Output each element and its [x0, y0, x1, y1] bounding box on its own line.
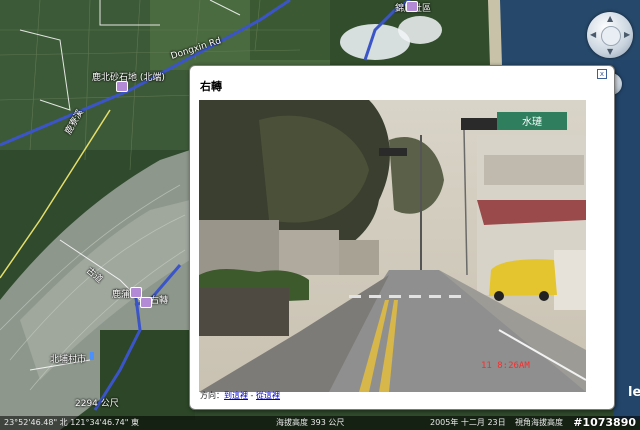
directions-separator: -	[248, 391, 256, 400]
photo-timestamp: 11 8:26AM	[481, 361, 530, 371]
date-readout: 2005年 十二月 23日	[430, 418, 506, 427]
map-label: 北埔村市	[50, 355, 87, 365]
to-here-link[interactable]: 到這裡	[224, 391, 248, 400]
coordinates-readout: 23°52'46.48" 北 121°34'46.74" 東	[4, 418, 139, 427]
close-icon[interactable]: x	[597, 69, 607, 79]
map-label: 鹿北砂石地 (北端)	[92, 73, 165, 83]
map-label: 右轉	[150, 296, 169, 306]
road-sign: 水璉	[522, 115, 542, 128]
placemark-icon[interactable]	[406, 1, 418, 12]
map-label: 2294 公尺	[75, 399, 119, 409]
photo-image: 水璉 11 8:26AM	[199, 100, 586, 392]
placemark-icon[interactable]	[116, 81, 128, 92]
info-balloon: 右轉 x 水璉 11 8:26AM 方向：到這裡 - 從這裡	[189, 65, 615, 410]
pegman-icon[interactable]	[90, 352, 94, 360]
elevation-readout: 海拔高度 393 公尺	[276, 418, 345, 427]
look-joystick-icon[interactable]	[601, 26, 621, 46]
directions-links: 方向：到這裡 - 從這裡	[200, 390, 280, 401]
balloon-title: 右轉	[200, 80, 222, 93]
placemark-icon[interactable]	[140, 297, 152, 308]
directions-label: 方向：	[200, 391, 224, 400]
google-logo-fragment: le	[628, 385, 640, 400]
from-here-link[interactable]: 從這裡	[256, 391, 280, 400]
eye-altitude-readout: 視角海拔高度	[515, 418, 563, 427]
watermark: #1073890	[573, 416, 636, 429]
status-bar: 23°52'46.48" 北 121°34'46.74" 東 海拔高度 393 …	[0, 416, 640, 430]
navigation-compass-icon[interactable]: ▲ ▼ ◀ ▶	[587, 12, 633, 58]
street-photo: 水璉 11 8:26AM	[199, 100, 586, 392]
